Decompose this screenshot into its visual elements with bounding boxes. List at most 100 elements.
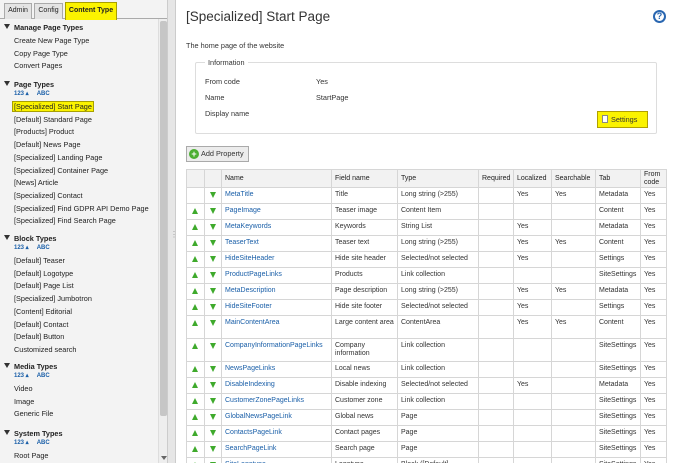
section-header[interactable]: Block Types — [4, 234, 56, 243]
sidebar-item[interactable]: [Default] Standard Page — [14, 115, 92, 124]
property-name-link[interactable]: MainContentArea — [225, 319, 279, 326]
move-down-arrow-icon[interactable] — [210, 256, 216, 262]
sidebar-item[interactable]: [Default] Teaser — [14, 256, 65, 265]
move-up-arrow-icon[interactable] — [192, 430, 198, 436]
property-name-link[interactable]: HideSiteFooter — [225, 303, 272, 310]
move-up-arrow-icon[interactable] — [192, 382, 198, 388]
sidebar-item[interactable]: [Specialized] Start Page — [12, 101, 94, 112]
sidebar-item[interactable]: [Default] News Page — [14, 140, 81, 149]
table-row[interactable]: CustomerZonePageLinks Customer zone Link c… — [186, 393, 667, 410]
move-up-arrow-icon[interactable] — [192, 343, 198, 349]
move-up-arrow-icon[interactable] — [192, 366, 198, 372]
move-down-arrow-icon[interactable] — [210, 240, 216, 246]
table-row[interactable]: ContactsPageLink Contact pages Page SiteSet… — [186, 425, 667, 442]
section-header[interactable]: Page Types — [4, 80, 54, 89]
table-row[interactable]: SiteLogotypeLogotypeBlock ([Default] Site… — [186, 457, 667, 463]
col-field-name[interactable]: Field name — [331, 169, 398, 188]
move-down-arrow-icon[interactable] — [210, 304, 216, 310]
section-header[interactable]: Media Types — [4, 362, 57, 371]
move-down-arrow-icon[interactable] — [210, 208, 216, 214]
sort-alpha-link[interactable]: ABC — [37, 245, 50, 251]
sort-alpha-link[interactable]: ABC — [37, 440, 50, 446]
table-row[interactable]: SearchPageLink Search page Page SiteSetting… — [186, 441, 667, 458]
sidebar-item[interactable]: Generic File — [14, 409, 53, 418]
property-name-link[interactable]: CompanyInformationPageLinks — [225, 342, 323, 349]
property-name-link[interactable]: NewsPageLinks — [225, 365, 275, 372]
property-name-link[interactable]: MetaTitle — [225, 191, 254, 198]
tab-content-type[interactable]: Content Type — [65, 2, 117, 20]
sort-numeric-link[interactable]: 123 — [14, 245, 24, 251]
sidebar-item[interactable]: [Default] Page List — [14, 281, 74, 290]
help-icon[interactable]: ? — [653, 10, 666, 23]
sort-numeric-link[interactable]: 123 — [14, 440, 24, 446]
property-name-link[interactable]: MetaDescription — [225, 287, 276, 294]
property-name-link[interactable]: GlobalNewsPageLink — [225, 413, 292, 420]
sidebar-item[interactable]: [Content] Editorial — [14, 307, 72, 316]
move-up-arrow-icon[interactable] — [192, 446, 198, 452]
col-searchable[interactable]: Searchable — [551, 169, 596, 188]
table-row[interactable]: ProductPageLinks Products Link collection S… — [186, 267, 667, 284]
scroll-down-arrow-icon[interactable] — [161, 456, 167, 460]
move-up-arrow-icon[interactable] — [192, 320, 198, 326]
move-up-arrow-icon[interactable] — [192, 208, 198, 214]
sidebar-item[interactable]: [Default] Logotype — [14, 269, 73, 278]
sidebar-item[interactable]: [Default] Button — [14, 332, 64, 341]
move-down-arrow-icon[interactable] — [210, 366, 216, 372]
table-row[interactable]: MetaDescription Page description Long stri… — [186, 283, 667, 300]
sort-alpha-link[interactable]: ABC — [37, 373, 50, 379]
col-tab[interactable]: Tab — [595, 169, 641, 188]
sidebar-item[interactable]: [News] Article — [14, 178, 58, 187]
panel-splitter[interactable]: ⋮ — [168, 0, 178, 463]
sidebar-item[interactable]: [Specialized] Contact — [14, 191, 83, 200]
sidebar-scrollbar[interactable] — [158, 19, 167, 463]
table-row[interactable]: MetaTitle Title Long string (>255) Yes Yes Me… — [186, 187, 667, 204]
sort-numeric-link[interactable]: 123 — [14, 373, 24, 379]
property-name-link[interactable]: HideSiteHeader — [225, 255, 274, 262]
move-up-arrow-icon[interactable] — [192, 304, 198, 310]
sort-numeric-link[interactable]: 123 — [14, 91, 24, 97]
sidebar-item[interactable]: Create New Page Type — [14, 36, 89, 45]
move-up-arrow-icon[interactable] — [192, 224, 198, 230]
move-down-arrow-icon[interactable] — [210, 288, 216, 294]
tab-config[interactable]: Config — [34, 3, 63, 19]
col-required[interactable]: Required — [478, 169, 514, 188]
section-header[interactable]: System Types — [4, 429, 63, 438]
move-down-arrow-icon[interactable] — [210, 272, 216, 278]
sidebar-item[interactable]: [Specialized] Find GDPR API Demo Page — [14, 204, 149, 213]
table-row[interactable]: GlobalNewsPageLink Global news Page SiteSet… — [186, 409, 667, 426]
sidebar-item[interactable]: Image — [14, 397, 34, 406]
move-up-arrow-icon[interactable] — [192, 240, 198, 246]
property-name-link[interactable]: PageImage — [225, 207, 261, 214]
scrollbar-thumb[interactable] — [160, 21, 167, 416]
move-up-arrow-icon[interactable] — [192, 256, 198, 262]
table-row[interactable]: PageImage Teaser image Content Item Content… — [186, 203, 667, 220]
section-header[interactable]: Manage Page Types — [4, 23, 83, 32]
col-localized[interactable]: Localized — [513, 169, 552, 188]
sidebar-item[interactable]: [Products] Product — [14, 127, 74, 136]
sidebar-item[interactable]: [Specialized] Container Page — [14, 166, 108, 175]
move-down-arrow-icon[interactable] — [210, 224, 216, 230]
sidebar-item[interactable]: Root Page — [14, 451, 48, 460]
col-from-code[interactable]: From code — [640, 169, 667, 188]
sidebar-item[interactable]: [Specialized] Jumbotron — [14, 294, 92, 303]
settings-button[interactable]: Settings — [597, 111, 648, 128]
property-name-link[interactable]: ContactsPageLink — [225, 429, 282, 436]
property-name-link[interactable]: DisableIndexing — [225, 381, 275, 388]
move-down-arrow-icon[interactable] — [210, 320, 216, 326]
tab-admin[interactable]: Admin — [4, 3, 32, 19]
sidebar-item[interactable]: Copy Page Type — [14, 49, 68, 58]
property-name-link[interactable]: CustomerZonePageLinks — [225, 397, 304, 404]
sidebar-item[interactable]: [Specialized] Landing Page — [14, 153, 102, 162]
sort-alpha-link[interactable]: ABC — [37, 91, 50, 97]
sidebar-item[interactable]: Convert Pages — [14, 61, 62, 70]
move-down-arrow-icon[interactable] — [210, 430, 216, 436]
col-type[interactable]: Type — [397, 169, 479, 188]
property-name-link[interactable]: ProductPageLinks — [225, 271, 282, 278]
table-row[interactable]: HideSiteFooter Hide site footer Selected/n… — [186, 299, 667, 316]
move-down-arrow-icon[interactable] — [210, 414, 216, 420]
move-up-arrow-icon[interactable] — [192, 414, 198, 420]
table-row[interactable]: NewsPageLinks Local news Link collection Si… — [186, 361, 667, 378]
move-up-arrow-icon[interactable] — [192, 288, 198, 294]
sidebar-item[interactable]: Video — [14, 384, 33, 393]
move-up-arrow-icon[interactable] — [192, 398, 198, 404]
